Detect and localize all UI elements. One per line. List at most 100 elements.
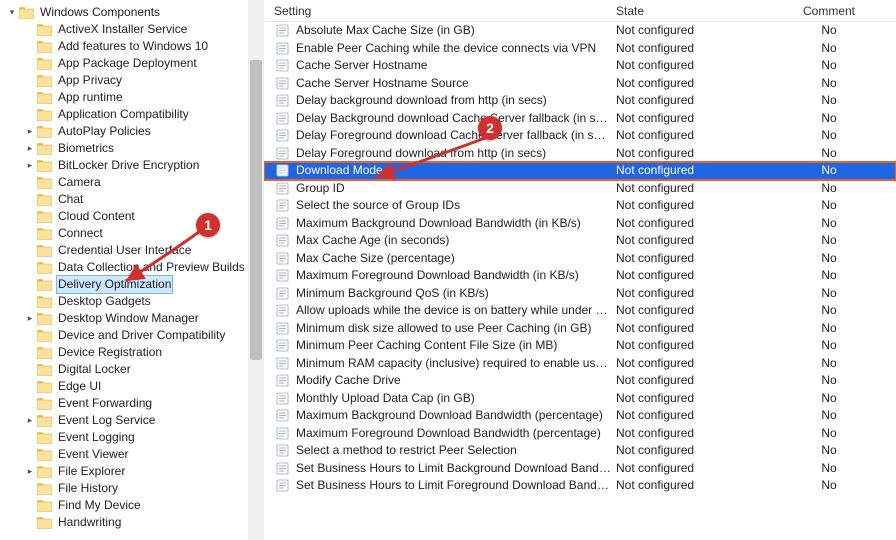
setting-text: Absolute Max Cache Size (in GB)	[296, 22, 475, 40]
header-comment[interactable]: Comment	[762, 4, 896, 18]
setting-text: Maximum Foreground Download Bandwidth (p…	[296, 425, 601, 443]
policy-row[interactable]: Group IDNot configuredNo	[264, 180, 896, 198]
setting-text: Maximum Background Download Bandwidth (i…	[296, 215, 581, 233]
policy-row[interactable]: Max Cache Age (in seconds)Not configured…	[264, 232, 896, 250]
tree-item[interactable]: App runtime	[24, 89, 248, 106]
expand-icon[interactable]: ▸	[24, 123, 36, 140]
tree-item-label: Add features to Windows 10	[56, 38, 210, 55]
tree-item[interactable]: Credential User Interface	[24, 242, 248, 259]
tree-item[interactable]: Event Viewer	[24, 446, 248, 463]
cell-state: Not configured	[612, 407, 762, 425]
tree-item[interactable]: Data Collection and Preview Builds	[24, 259, 248, 276]
tree-item[interactable]: ▸Event Log Service	[24, 412, 248, 429]
policy-row[interactable]: Allow uploads while the device is on bat…	[264, 302, 896, 320]
list-body[interactable]: Absolute Max Cache Size (in GB) Not confi…	[264, 22, 896, 540]
tree-pane[interactable]: ▾ Windows Components ActiveX Installer S…	[0, 0, 248, 540]
policy-row[interactable]: Minimum Background QoS (in KB/s)Not conf…	[264, 285, 896, 303]
expand-icon[interactable]: ▸	[24, 140, 36, 157]
policy-row[interactable]: Delay Background download Cache Server f…	[264, 110, 896, 128]
tree-item-label: Camera	[56, 174, 103, 191]
tree-item[interactable]: Chat	[24, 191, 248, 208]
policy-row[interactable]: Enable Peer Caching while the device con…	[264, 40, 896, 58]
policy-row[interactable]: Delay Foreground download Cache Server f…	[264, 127, 896, 145]
tree-children: ActiveX Installer ServiceAdd features to…	[6, 21, 248, 531]
tree-item[interactable]: Digital Locker	[24, 361, 248, 378]
tree-item-label: File History	[56, 480, 120, 497]
policy-row[interactable]: Select a method to restrict Peer Selecti…	[264, 442, 896, 460]
folder-icon	[36, 499, 52, 512]
policy-row[interactable]: Monthly Upload Data Cap (in GB)Not confi…	[264, 390, 896, 408]
cell-setting: Set Business Hours to Limit Background D…	[264, 460, 612, 478]
header-setting[interactable]: Setting	[264, 4, 612, 18]
policy-row[interactable]: Download ModeNot configuredNo	[264, 162, 896, 180]
tree-item[interactable]: Event Logging	[24, 429, 248, 446]
tree-item-label: ActiveX Installer Service	[56, 21, 189, 38]
policy-row[interactable]: Select the source of Group IDsNot config…	[264, 197, 896, 215]
policy-row[interactable]: Set Business Hours to Limit Foreground D…	[264, 477, 896, 495]
policy-row[interactable]: Delay Foreground download from http (in …	[264, 145, 896, 163]
expand-icon[interactable]: ▸	[24, 310, 36, 327]
policy-icon	[274, 41, 290, 55]
tree-item[interactable]: ActiveX Installer Service	[24, 21, 248, 38]
tree-item[interactable]: Add features to Windows 10	[24, 38, 248, 55]
expand-icon[interactable]: ▸	[24, 412, 36, 429]
folder-icon	[36, 397, 52, 410]
folder-icon	[36, 380, 52, 393]
policy-row[interactable]: Delay background download from http (in …	[264, 92, 896, 110]
header-state[interactable]: State	[612, 4, 762, 18]
tree-item[interactable]: Desktop Gadgets	[24, 293, 248, 310]
tree-item[interactable]: ▸Biometrics	[24, 140, 248, 157]
policy-row[interactable]: Maximum Background Download Bandwidth (p…	[264, 407, 896, 425]
policy-row[interactable]: Maximum Foreground Download Bandwidth (i…	[264, 267, 896, 285]
tree-item[interactable]: App Privacy	[24, 72, 248, 89]
policy-row[interactable]: Cache Server Hostname SourceNot configur…	[264, 75, 896, 93]
cell-state: Not configured	[612, 232, 762, 250]
policy-row[interactable]: Modify Cache DriveNot configuredNo	[264, 372, 896, 390]
tree-item[interactable]: App Package Deployment	[24, 55, 248, 72]
tree-item-label: Data Collection and Preview Builds	[56, 259, 247, 276]
tree-item[interactable]: Event Forwarding	[24, 395, 248, 412]
policy-icon	[274, 409, 290, 423]
cell-comment: No	[762, 145, 896, 163]
tree-item[interactable]: Delivery Optimization	[24, 276, 248, 293]
tree-item[interactable]: Camera	[24, 174, 248, 191]
tree-item[interactable]: ▸AutoPlay Policies	[24, 123, 248, 140]
policy-row[interactable]: Minimum RAM capacity (inclusive) require…	[264, 355, 896, 373]
tree-item-label: Cloud Content	[56, 208, 137, 225]
expand-icon[interactable]: ▸	[24, 463, 36, 480]
folder-icon	[36, 23, 52, 36]
tree-item[interactable]: Application Compatibility	[24, 106, 248, 123]
policy-row[interactable]: Absolute Max Cache Size (in GB)Not confi…	[264, 22, 896, 40]
tree-item[interactable]: ▸File Explorer	[24, 463, 248, 480]
scrollbar-thumb[interactable]	[250, 60, 262, 360]
setting-text: Cache Server Hostname Source	[296, 75, 469, 93]
tree-item[interactable]: Find My Device	[24, 497, 248, 514]
expand-icon[interactable]: ▸	[24, 157, 36, 174]
tree-scrollbar[interactable]	[248, 0, 264, 540]
policy-row[interactable]: Cache Server HostnameNot configuredNo	[264, 57, 896, 75]
collapse-icon[interactable]: ▾	[6, 4, 18, 21]
tree-item[interactable]: ▸BitLocker Drive Encryption	[24, 157, 248, 174]
tree-root-node[interactable]: ▾ Windows Components	[6, 4, 248, 21]
folder-icon	[36, 74, 52, 87]
tree-item[interactable]: ▸Desktop Window Manager	[24, 310, 248, 327]
policy-row[interactable]: Minimum Peer Caching Content File Size (…	[264, 337, 896, 355]
tree-item[interactable]: File History	[24, 480, 248, 497]
cell-setting: Absolute Max Cache Size (in GB)	[264, 22, 612, 40]
policy-icon	[274, 286, 290, 300]
policy-row[interactable]: Maximum Background Download Bandwidth (i…	[264, 215, 896, 233]
folder-icon	[36, 125, 52, 138]
policy-row[interactable]: Max Cache Size (percentage)Not configure…	[264, 250, 896, 268]
tree-item[interactable]: Edge UI	[24, 378, 248, 395]
tree-item[interactable]: Device Registration	[24, 344, 248, 361]
policy-row[interactable]: Maximum Foreground Download Bandwidth (p…	[264, 425, 896, 443]
app-root: ▾ Windows Components ActiveX Installer S…	[0, 0, 896, 540]
tree-item[interactable]: Device and Driver Compatibility	[24, 327, 248, 344]
policy-row[interactable]: Minimum disk size allowed to use Peer Ca…	[264, 320, 896, 338]
tree-item-label: Device and Driver Compatibility	[56, 327, 227, 344]
cell-comment: No	[762, 372, 896, 390]
tree-item[interactable]: Handwriting	[24, 514, 248, 531]
list-pane: Setting State Comment Absolute Max Cache…	[264, 0, 896, 540]
policy-row[interactable]: Set Business Hours to Limit Background D…	[264, 460, 896, 478]
cell-comment: No	[762, 390, 896, 408]
